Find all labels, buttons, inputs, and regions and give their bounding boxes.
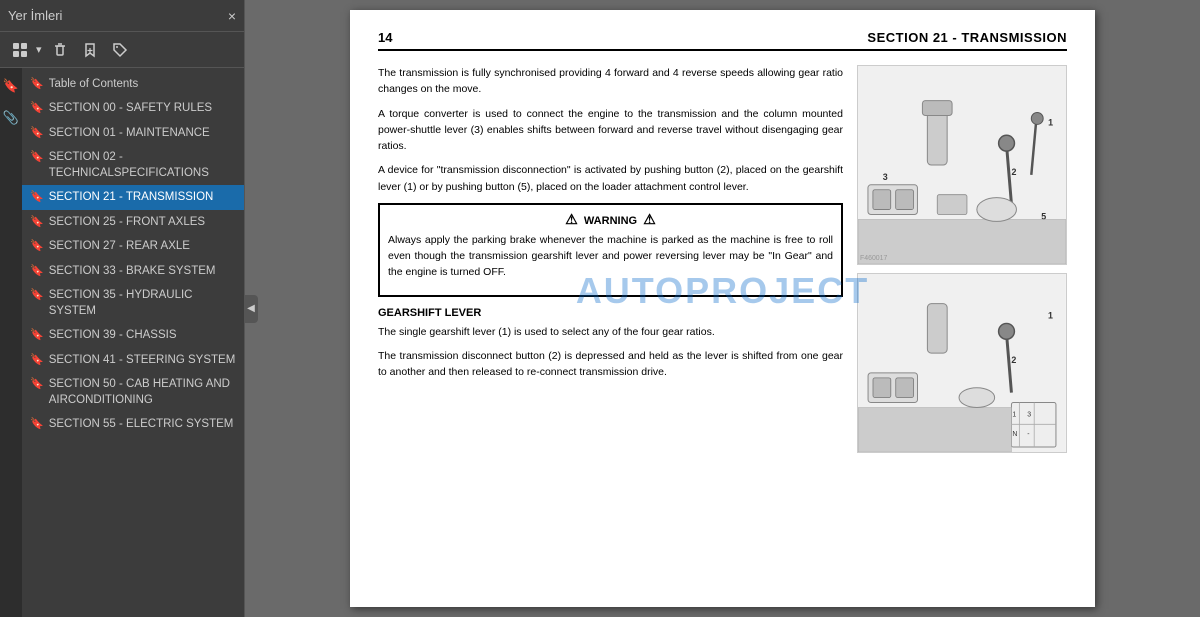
page-text-column: The transmission is fully synchronised p… — [378, 65, 843, 453]
trash-icon — [52, 42, 68, 58]
warning-icon-left: ⚠ — [565, 211, 578, 227]
bookmark-label: SECTION 01 - MAINTENANCE — [49, 125, 238, 141]
bookmark-item-s01[interactable]: 🔖 SECTION 01 - MAINTENANCE — [22, 121, 244, 145]
bookmark-icon: 🔖 — [30, 377, 44, 392]
bookmark-icon: 🔖 — [30, 190, 44, 205]
bookmark-item-s02[interactable]: 🔖 SECTION 02 - TECHNICALSPECIFICATIONS — [22, 145, 244, 185]
grid-icon — [12, 42, 28, 58]
bookmark-label: SECTION 00 - SAFETY RULES — [49, 100, 238, 116]
svg-text:1: 1 — [1048, 117, 1053, 127]
warning-box: ⚠ WARNING ⚠ Always apply the parking bra… — [378, 203, 843, 297]
bookmark-item-s33[interactable]: 🔖 SECTION 33 - BRAKE SYSTEM — [22, 259, 244, 283]
sidebar-collapse-button[interactable]: ◀ — [244, 295, 258, 323]
bookmark-icon: 🔖 — [30, 239, 44, 254]
attachment-icon[interactable]: 📎 — [3, 110, 19, 126]
tag-icon — [112, 42, 128, 58]
bookmark-item-s25[interactable]: 🔖 SECTION 25 - FRONT AXLES — [22, 210, 244, 234]
warning-icon-right: ⚠ — [643, 211, 656, 227]
bookmark-icon: 🔖 — [30, 353, 44, 368]
bookmark-add-icon — [82, 42, 98, 58]
bookmark-icon: 🔖 — [30, 328, 44, 343]
svg-text:F460017: F460017 — [860, 255, 887, 262]
page-body: The transmission is fully synchronised p… — [378, 65, 1067, 453]
sidebar-header: Yer İmleri × — [0, 0, 244, 32]
gearshift-paragraph-2: The transmission disconnect button (2) i… — [378, 348, 843, 381]
bookmark-item-s39[interactable]: 🔖 SECTION 39 - CHASSIS — [22, 323, 244, 347]
bookmark-label: SECTION 39 - CHASSIS — [49, 327, 238, 343]
bookmark-icon: 🔖 — [30, 417, 44, 432]
paragraph-2: A torque converter is used to connect th… — [378, 106, 843, 155]
bookmark-item-toc[interactable]: 🔖 Table of Contents — [22, 72, 244, 96]
bookmark-item-s35[interactable]: 🔖 SECTION 35 - HYDRAULIC SYSTEM — [22, 283, 244, 323]
document-page: 14 SECTION 21 - TRANSMISSION AUTOPROJECT… — [350, 10, 1095, 607]
sidebar-title: Yer İmleri — [8, 8, 62, 23]
bookmark-label: Table of Contents — [49, 76, 238, 92]
bookmark-item-s00[interactable]: 🔖 SECTION 00 - SAFETY RULES — [22, 96, 244, 120]
page-header: 14 SECTION 21 - TRANSMISSION — [378, 30, 1067, 51]
bookmark-nav-icon[interactable]: 🔖 — [3, 78, 19, 94]
bookmark-label: SECTION 41 - STEERING SYSTEM — [49, 352, 238, 368]
warning-text: Always apply the parking brake whenever … — [388, 232, 833, 281]
bookmark-add-button[interactable] — [78, 40, 102, 60]
bookmark-label: SECTION 55 - ELECTRIC SYSTEM — [49, 416, 238, 432]
bookmark-label: SECTION 27 - REAR AXLE — [49, 238, 238, 254]
page-section-title: SECTION 21 - TRANSMISSION — [867, 30, 1067, 45]
bookmark-icon: 🔖 — [30, 215, 44, 230]
bookmark-icon: 🔖 — [30, 264, 44, 279]
tag-button[interactable] — [108, 40, 132, 60]
bookmark-item-s27[interactable]: 🔖 SECTION 27 - REAR AXLE — [22, 234, 244, 258]
bookmark-item-s55[interactable]: 🔖 SECTION 55 - ELECTRIC SYSTEM — [22, 412, 244, 436]
main-content: 14 SECTION 21 - TRANSMISSION AUTOPROJECT… — [245, 0, 1200, 617]
svg-text:2: 2 — [1012, 167, 1017, 177]
bookmark-label: SECTION 33 - BRAKE SYSTEM — [49, 263, 238, 279]
bookmark-icon: 🔖 — [30, 150, 44, 165]
bookmark-label: SECTION 50 - CAB HEATING AND AIRCONDITIO… — [49, 376, 238, 408]
sidebar-close-button[interactable]: × — [228, 8, 236, 24]
dropdown-arrow[interactable]: ▾ — [36, 43, 42, 56]
svg-text:2: 2 — [1011, 355, 1016, 365]
upper-diagram-svg: 1 3 2 5 — [858, 66, 1066, 264]
gearshift-paragraph-1: The single gearshift lever (1) is used t… — [378, 324, 843, 340]
paragraph-1: The transmission is fully synchronised p… — [378, 65, 843, 98]
bookmark-list: 🔖 Table of Contents 🔖 SECTION 00 - SAFET… — [22, 68, 244, 617]
sidebar-content: 🔖 📎 🔖 Table of Contents 🔖 SECTION 00 - S… — [0, 68, 244, 617]
warning-header: ⚠ WARNING ⚠ — [388, 211, 833, 228]
delete-button[interactable] — [48, 40, 72, 60]
bookmark-item-s41[interactable]: 🔖 SECTION 41 - STEERING SYSTEM — [22, 348, 244, 372]
page-container: 14 SECTION 21 - TRANSMISSION AUTOPROJECT… — [245, 0, 1200, 617]
sidebar-toolbar: ▾ — [0, 32, 244, 68]
bookmark-icon: 🔖 — [30, 288, 44, 303]
bookmark-icon: 🔖 — [30, 101, 44, 116]
upper-diagram: 1 3 2 5 — [857, 65, 1067, 265]
svg-text:3: 3 — [1027, 411, 1031, 418]
lower-diagram-svg: 1 3 N - 1 2 — [858, 274, 1066, 452]
gearshift-heading: GEARSHIFT LEVER — [378, 307, 843, 319]
svg-text:1: 1 — [1012, 411, 1016, 418]
left-panel: 🔖 📎 — [0, 68, 22, 617]
page-number: 14 — [378, 30, 392, 45]
svg-text:-: - — [1027, 431, 1029, 438]
bookmark-label: SECTION 21 - TRANSMISSION — [49, 189, 238, 205]
sidebar: Yer İmleri × ▾ — [0, 0, 245, 617]
svg-text:1: 1 — [1048, 311, 1053, 321]
diagram-column: 1 3 2 5 — [857, 65, 1067, 453]
svg-text:3: 3 — [883, 172, 888, 182]
svg-text:N: N — [1012, 431, 1017, 438]
bookmark-label: SECTION 35 - HYDRAULIC SYSTEM — [49, 287, 238, 319]
bookmark-label: SECTION 25 - FRONT AXLES — [49, 214, 238, 230]
bookmark-icon: 🔖 — [30, 77, 44, 92]
bookmark-label: SECTION 02 - TECHNICALSPECIFICATIONS — [49, 149, 238, 181]
bookmark-item-s50[interactable]: 🔖 SECTION 50 - CAB HEATING AND AIRCONDIT… — [22, 372, 244, 412]
grid-view-button[interactable] — [8, 40, 32, 60]
bookmark-item-s21[interactable]: 🔖 SECTION 21 - TRANSMISSION — [22, 185, 244, 209]
bookmark-icon: 🔖 — [30, 126, 44, 141]
paragraph-3: A device for "transmission disconnection… — [378, 162, 843, 195]
lower-diagram: 1 3 N - 1 2 — [857, 273, 1067, 453]
